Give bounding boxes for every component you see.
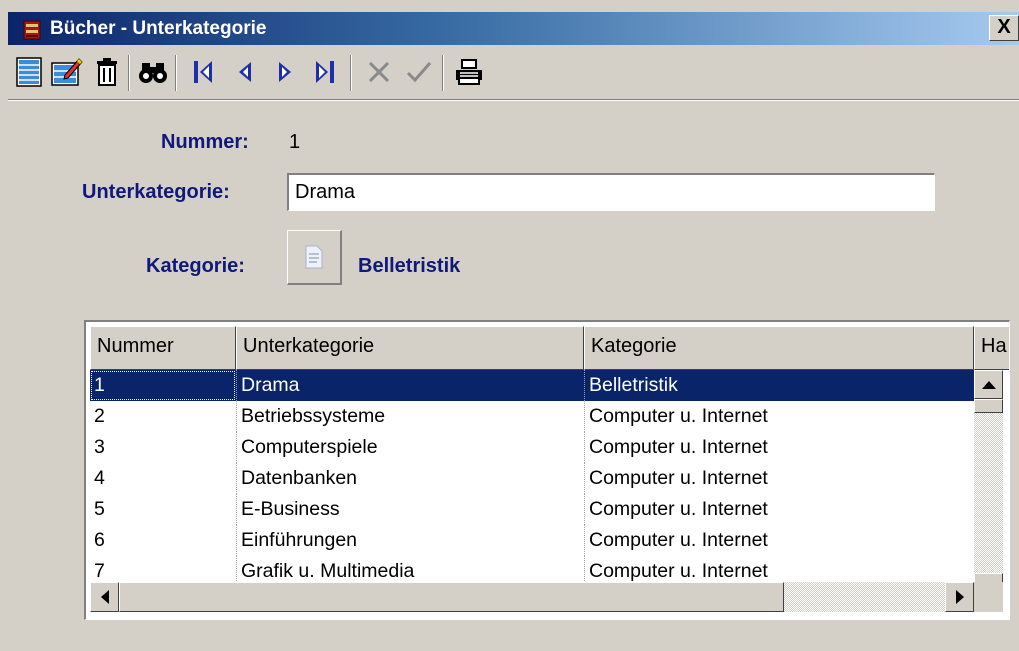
cancel-x-icon [368,61,390,83]
cancel-button[interactable] [362,55,396,89]
cell-unterkategorie: Einführungen [236,525,584,556]
cell-kategorie: Computer u. Internet [584,494,974,525]
column-header-unterkategorie[interactable]: Unterkategorie [236,326,584,370]
window-title: Bücher - Unterkategorie [50,18,267,39]
last-record-button[interactable] [308,55,342,89]
new-record-icon [16,57,42,87]
previous-record-button[interactable] [228,55,262,89]
toolbar-separator [442,55,444,91]
last-record-icon [316,61,334,83]
cell-nummer: 5 [94,498,105,520]
unterkategorie-label: Unterkategorie: [82,181,230,203]
nummer-value: 1 [289,131,301,153]
table-row[interactable]: 3 Computerspiele Computer u. Internet [90,432,974,463]
first-record-icon [194,61,212,83]
cell-nummer: 4 [94,467,105,489]
printer-icon [456,59,482,85]
edit-record-icon [51,58,83,86]
table-row[interactable]: 2 Betriebssysteme Computer u. Internet [90,401,974,432]
cell-unterkategorie: Betriebssysteme [236,401,584,432]
kategorie-lookup-button[interactable] [287,230,342,285]
cell-kategorie: Computer u. Internet [584,432,974,463]
table-row[interactable]: 6 Einführungen Computer u. Internet [90,525,974,556]
previous-record-icon [239,62,251,82]
horizontal-scroll-thumb[interactable] [119,582,784,612]
horizontal-scrollbar[interactable] [90,582,974,612]
kategorie-label: Kategorie: [146,255,245,277]
cell-kategorie: Belletristik [584,370,974,401]
kategorie-value: Belletristik [358,255,461,277]
records-grid[interactable]: Nummer Unterkategorie Kategorie Ha 1 Dra… [84,320,1010,620]
column-header-nummer[interactable]: Nummer [90,326,236,370]
cell-nummer: 3 [94,436,105,458]
confirm-button[interactable] [402,55,436,89]
title-bar: Bücher - Unterkategorie X [0,0,1019,45]
scroll-right-button[interactable] [945,582,974,612]
table-row[interactable]: 5 E-Business Computer u. Internet [90,494,974,525]
cell-nummer: 2 [94,405,105,427]
close-icon: X [997,16,1011,38]
print-button[interactable] [452,55,486,89]
next-record-icon [279,62,291,82]
cell-nummer: 6 [94,529,105,551]
cell-unterkategorie: Computerspiele [236,432,584,463]
cell-nummer: 1 [90,370,236,401]
find-button[interactable] [136,55,170,89]
vertical-scroll-thumb[interactable] [974,399,1003,413]
first-record-button[interactable] [186,55,220,89]
arrow-right-icon [955,590,964,604]
next-record-button[interactable] [268,55,302,89]
binoculars-icon [139,63,167,83]
scroll-left-button[interactable] [90,582,119,612]
cell-unterkategorie: E-Business [236,494,584,525]
trash-icon [97,58,117,86]
table-row[interactable]: 4 Datenbanken Computer u. Internet [90,463,974,494]
close-button[interactable]: X [989,15,1019,41]
arrow-up-icon [981,380,996,389]
scroll-up-button[interactable] [974,370,1003,399]
checkmark-icon [406,62,432,83]
table-row[interactable]: 1 Drama Belletristik [90,370,974,401]
arrow-left-icon [100,590,109,604]
toolbar-divider [8,99,1019,101]
unterkategorie-input[interactable] [287,173,935,211]
column-header-ha[interactable]: Ha [974,326,1009,370]
cell-kategorie: Computer u. Internet [584,525,974,556]
toolbar-separator [350,55,352,91]
title-bar-caption[interactable]: Bücher - Unterkategorie X [8,12,1019,45]
vertical-scrollbar[interactable] [974,370,1003,602]
document-icon [305,245,323,269]
column-header-kategorie[interactable]: Kategorie [584,326,974,370]
new-record-button[interactable] [12,55,46,89]
books-app-icon [23,20,41,40]
edit-record-button[interactable] [50,55,84,89]
cell-kategorie: Computer u. Internet [584,401,974,432]
nummer-label: Nummer: [161,131,249,153]
toolbar [8,47,1019,99]
toolbar-separator [175,55,177,91]
toolbar-separator [128,55,130,91]
cell-kategorie: Computer u. Internet [584,463,974,494]
delete-button[interactable] [90,55,124,89]
cell-unterkategorie: Drama [236,370,584,401]
scrollbar-corner [974,582,1003,612]
cell-unterkategorie: Datenbanken [236,463,584,494]
